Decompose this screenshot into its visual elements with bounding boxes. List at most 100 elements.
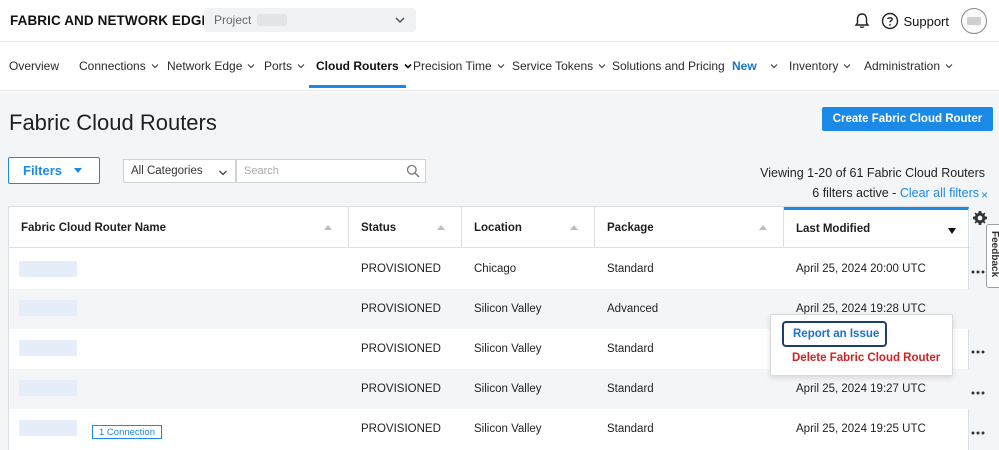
nav-label: Connections [79,59,146,73]
clear-filters-close-icon[interactable]: × [981,188,988,202]
caret-down-icon [74,168,83,173]
router-name-redacted[interactable] [19,261,77,277]
nav-item-new[interactable]: New [732,59,778,73]
router-name-redacted[interactable] [19,420,77,436]
main-nav: Overview Connections Network Edge Ports … [0,43,999,91]
filters-label: Filters [23,163,63,178]
column-header-location[interactable]: Location [462,207,595,248]
category-value: All Categories [131,165,203,177]
brand-title: FABRIC AND NETWORK EDGE [10,13,211,28]
viewing-count: Viewing 1-20 of 61 Fabric Cloud Routers [760,166,985,180]
feedback-tab[interactable]: Feedback [986,224,999,288]
feedback-label: Feedback [989,231,999,278]
header-actions: Support [853,7,987,35]
nav-label: Solutions and Pricing [612,59,725,73]
status-cell: PROVISIONED [361,423,441,435]
table-header: Fabric Cloud Router Name Status Location… [9,207,970,248]
location-cell: Silicon Valley [474,343,542,355]
chevron-down-icon [843,64,851,69]
nav-label: Overview [9,59,60,73]
nav-item-administration[interactable]: Administration [864,59,953,73]
sort-icon [324,225,332,230]
nav-item-overview[interactable]: Overview [9,59,59,73]
nav-item-connections[interactable]: Connections [79,59,159,73]
chevron-down-icon [945,64,953,69]
last-modified-cell: April 25, 2024 20:00 UTC [796,263,926,275]
row-actions-menu: Report an Issue Delete Fabric Cloud Rout… [770,314,953,376]
column-title: Status [361,221,397,234]
nav-item-network-edge[interactable]: Network Edge [167,59,255,73]
status-cell: PROVISIONED [361,303,441,315]
nav-item-solutions-pricing[interactable]: Solutions and Pricing [612,59,725,73]
new-badge: New [732,59,757,73]
avatar[interactable] [961,8,987,34]
status-cell: PROVISIONED [361,343,441,355]
nav-item-ports[interactable]: Ports [264,59,305,73]
sort-icon [759,225,767,230]
table-row[interactable]: PROVISIONED Chicago Standard April 25, 2… [9,249,970,289]
package-cell: Standard [607,383,654,395]
bell-icon[interactable] [853,12,871,30]
sort-descending-icon [948,228,956,234]
gear-icon[interactable] [972,210,988,226]
nav-label: Service Tokens [512,59,594,73]
clear-all-filters-link[interactable]: Clear all filters [900,186,979,200]
package-cell: Standard [607,343,654,355]
package-cell: Standard [607,423,654,435]
status-cell: PROVISIONED [361,263,441,275]
router-name-redacted[interactable] [19,380,77,396]
more-options-icon[interactable] [970,344,986,360]
nav-label: Inventory [789,59,839,73]
chevron-down-icon [151,64,159,69]
more-options-icon[interactable] [970,425,986,441]
column-header-last-modified[interactable]: Last Modified [784,207,969,248]
location-cell: Silicon Valley [474,303,542,315]
category-select[interactable]: All Categories [123,159,236,183]
chevron-down-icon [247,64,255,69]
delete-router-menu-item[interactable]: Delete Fabric Cloud Router [792,352,940,364]
report-issue-menu-item[interactable]: Report an Issue [782,321,887,347]
filters-active-count: 6 filters active - [812,186,900,200]
last-modified-cell: April 25, 2024 19:25 UTC [796,423,926,435]
nav-item-precision-time[interactable]: Precision Time [413,59,505,73]
router-name-redacted[interactable] [19,300,77,316]
search-input[interactable] [236,159,426,183]
router-name-redacted[interactable] [19,340,77,356]
project-label: Project [214,13,252,27]
column-header-package[interactable]: Package [595,207,784,248]
chevron-down-icon [404,63,412,69]
chevron-down-icon [219,170,227,176]
sort-icon [437,225,445,230]
nav-active-indicator [309,85,406,88]
filters-button[interactable]: Filters [8,157,100,184]
column-title: Package [607,221,654,234]
nav-item-inventory[interactable]: Inventory [789,59,851,73]
chevron-down-icon [395,17,405,24]
nav-item-service-tokens[interactable]: Service Tokens [512,59,606,73]
location-cell: Chicago [474,263,517,275]
table-row[interactable]: 1 Connection PROVISIONED Silicon Valley … [9,409,970,449]
location-cell: Silicon Valley [474,383,542,395]
nav-label: Administration [864,59,941,73]
chevron-down-icon [497,64,505,69]
more-options-icon[interactable] [970,264,986,280]
nav-label: Ports [264,59,293,73]
nav-label: Network Edge [167,59,243,73]
more-options-icon[interactable] [970,385,986,401]
nav-item-cloud-routers[interactable]: Cloud Routers [316,59,412,73]
connection-count-badge[interactable]: 1 Connection [92,425,162,439]
status-cell: PROVISIONED [361,383,441,395]
page-title: Fabric Cloud Routers [9,110,217,135]
project-selector[interactable]: Project [204,8,416,32]
column-header-status[interactable]: Status [349,207,462,248]
package-cell: Standard [607,263,654,275]
column-header-name[interactable]: Fabric Cloud Router Name [9,207,349,248]
filters-active-summary: 6 filters active - Clear all filters [812,186,979,200]
column-title: Last Modified [796,223,871,235]
create-fabric-cloud-router-button[interactable]: Create Fabric Cloud Router [822,107,993,131]
help-icon[interactable] [881,12,899,30]
top-header: FABRIC AND NETWORK EDGE [0,0,999,42]
support-link[interactable]: Support [903,14,949,29]
search-icon[interactable] [406,164,420,178]
nav-label: Precision Time [413,59,492,73]
